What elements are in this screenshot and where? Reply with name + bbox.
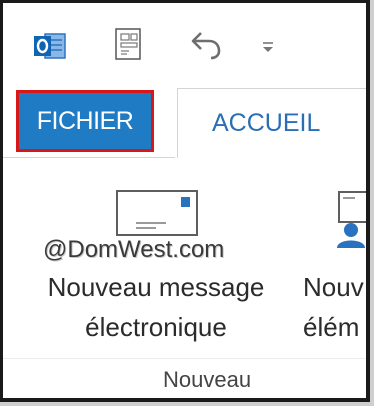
frame-shadow-bottom: [0, 402, 374, 406]
new-email-label-line1: Nouveau message: [47, 272, 265, 302]
outlook-app-icon[interactable]: [33, 31, 67, 61]
new-items-icon: [333, 178, 374, 248]
group-label-nouveau: Nouveau: [163, 367, 252, 392]
email-address-overlay: @DomWest.com: [43, 236, 225, 263]
frame-shadow-right: [370, 0, 374, 406]
tab-accueil[interactable]: ACCUEIL: [177, 88, 367, 158]
new-email-icon: [116, 190, 198, 236]
ribbon-tabs: FICHIER ACCUEIL: [3, 84, 367, 158]
new-items-label-line2: élém: [303, 312, 360, 342]
new-email-label-line2: électronique: [85, 312, 227, 342]
group-separator: [3, 358, 367, 359]
tab-fichier[interactable]: FICHIER: [16, 90, 154, 152]
new-items-label-line1: Nouv: [303, 272, 364, 302]
send-receive-icon[interactable]: [113, 27, 145, 65]
quick-access-toolbar: [3, 3, 363, 81]
undo-icon[interactable]: [189, 29, 223, 61]
ribbon-body: @DomWest.com Nouveau message électroniqu…: [3, 158, 374, 402]
customize-toolbar-icon[interactable]: [259, 39, 277, 55]
